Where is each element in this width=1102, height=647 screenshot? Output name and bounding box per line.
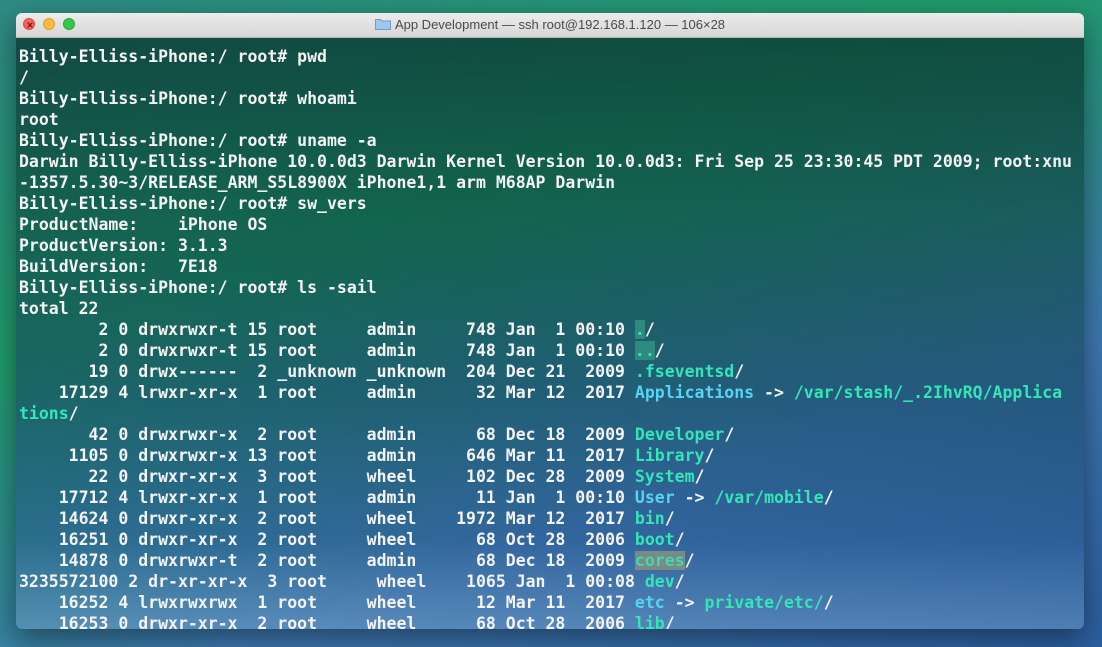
terminal-text: .fseventsd [634, 362, 735, 381]
terminal-text: / [664, 509, 675, 528]
window-title: App Development — ssh root@192.168.1.120… [394, 17, 726, 32]
terminal-line: 14624 0 drwxr-xr-x 2 root wheel 1972 Mar… [19, 508, 1084, 529]
terminal-text: 1105 0 drwxrwxr-x 13 root admin 646 Mar … [19, 446, 635, 465]
terminal-line: Darwin Billy-Elliss-iPhone 10.0.0d3 Darw… [19, 151, 1084, 172]
terminal-line: 17712 4 lrwxr-xr-x 1 root admin 11 Jan 1… [19, 487, 1084, 508]
terminal-text: Developer [634, 425, 725, 444]
terminal-text: / [734, 362, 745, 381]
terminal-window: App Development — ssh root@192.168.1.120… [16, 13, 1084, 629]
terminal-line: 19 0 drwx------ 2 _unknown _unknown 204 … [19, 361, 1084, 382]
terminal-line: 42 0 drwxrwxr-x 2 root admin 68 Dec 18 2… [19, 424, 1084, 445]
terminal-text: 17712 4 lrwxr-xr-x 1 root admin 11 Jan 1… [19, 488, 635, 507]
terminal-text: -> [674, 488, 715, 507]
terminal-text: / [674, 572, 685, 591]
terminal-text: User [634, 488, 675, 507]
terminal-line: total 22 [19, 298, 1084, 319]
terminal-line: 16251 0 drwxr-xr-x 2 root wheel 68 Oct 2… [19, 529, 1084, 550]
terminal-text: / [19, 68, 29, 87]
terminal-line: ProductName: iPhone OS [19, 214, 1084, 235]
terminal-text: BuildVersion: 7E18 [19, 257, 218, 276]
terminal-text: -1357.5.30~3/RELEASE_ARM_S5L8900X iPhone… [19, 173, 616, 192]
terminal-text: / [724, 425, 735, 444]
terminal-text: boot [634, 530, 675, 549]
terminal-line: tions/ [19, 403, 1084, 424]
terminal-line: -1357.5.30~3/RELEASE_ARM_S5L8900X iPhone… [19, 172, 1084, 193]
terminal-line: Billy-Elliss-iPhone:/ root# whoami [19, 88, 1084, 109]
terminal-text: 16252 4 lrwxrwxrwx 1 root wheel 12 Mar 1… [19, 593, 635, 612]
window-title-container: App Development — ssh root@192.168.1.120… [16, 17, 1084, 32]
terminal-line: Billy-Elliss-iPhone:/ root# uname -a [19, 130, 1084, 151]
terminal-text: /var/mobile [714, 488, 824, 507]
terminal-text: etc [634, 593, 665, 612]
terminal-line: 16252 4 lrwxrwxrwx 1 root wheel 12 Mar 1… [19, 592, 1084, 613]
terminal-output[interactable]: Billy-Elliss-iPhone:/ root# pwd / Billy-El… [16, 38, 1084, 629]
terminal-text: / [674, 530, 685, 549]
terminal-line: ProductVersion: 3.1.3 [19, 235, 1084, 256]
terminal-text: 2 0 drwxrwxr-t 15 root admin 748 Jan 1 0… [19, 320, 635, 339]
terminal-line: Billy-Elliss-iPhone:/ root# sw_vers [19, 193, 1084, 214]
terminal-line: / [19, 67, 1084, 88]
terminal-line: Billy-Elliss-iPhone:/ root# pwd [19, 46, 1084, 67]
terminal-line: 14878 0 drwxrwxr-t 2 root admin 68 Dec 1… [19, 550, 1084, 571]
terminal-line: 17129 4 lrwxr-xr-x 1 root admin 32 Mar 1… [19, 382, 1084, 403]
terminal-text: 22 0 drwxr-xr-x 3 root wheel 102 Dec 28 … [19, 467, 635, 486]
terminal-text: total 22 [19, 299, 99, 318]
terminal-text: 42 0 drwxrwxr-x 2 root admin 68 Dec 18 2… [19, 425, 635, 444]
terminal-line: 1105 0 drwxrwxr-x 13 root admin 646 Mar … [19, 445, 1084, 466]
terminal-line: 22 0 drwxr-xr-x 3 root wheel 102 Dec 28 … [19, 466, 1084, 487]
terminal-text: Billy-Elliss-iPhone:/ root# sw_vers [19, 194, 367, 213]
terminal-text: 3235572100 2 dr-xr-xr-x 3 root wheel 106… [19, 572, 645, 591]
terminal-text: / [644, 320, 655, 339]
terminal-text: tions [19, 404, 69, 423]
terminal-line: BuildVersion: 7E18 [19, 256, 1084, 277]
terminal-line: 3235572100 2 dr-xr-xr-x 3 root wheel 106… [19, 571, 1084, 592]
terminal-text: dev [644, 572, 675, 591]
terminal-text: / [664, 614, 675, 629]
terminal-line: 2 0 drwxrwxr-t 15 root admin 748 Jan 1 0… [19, 340, 1084, 361]
terminal-text: Library [634, 446, 705, 465]
terminal-text: 16251 0 drwxr-xr-x 2 root wheel 68 Oct 2… [19, 530, 635, 549]
terminal-text: 16253 0 drwxr-xr-x 2 root wheel 68 Oct 2… [19, 614, 635, 629]
terminal-text: 17129 4 lrwxr-xr-x 1 root admin 32 Mar 1… [19, 383, 635, 402]
terminal-text: Billy-Elliss-iPhone:/ root# whoami [19, 89, 357, 108]
terminal-text: / [704, 446, 715, 465]
folder-icon [374, 19, 391, 30]
terminal-text: Darwin Billy-Elliss-iPhone 10.0.0d3 Darw… [19, 152, 1072, 171]
terminal-text: Applications [634, 383, 755, 402]
terminal-text: / [684, 551, 695, 570]
terminal-line: 16253 0 drwxr-xr-x 2 root wheel 68 Oct 2… [19, 613, 1084, 629]
terminal-line: 2 0 drwxrwxr-t 15 root admin 748 Jan 1 0… [19, 319, 1084, 340]
terminal-text: 14878 0 drwxrwxr-t 2 root admin 68 Dec 1… [19, 551, 635, 570]
terminal-text: Billy-Elliss-iPhone:/ root# uname -a [19, 131, 377, 150]
terminal-line: root [19, 109, 1084, 130]
terminal-text: bin [634, 509, 665, 528]
title-bar[interactable]: App Development — ssh root@192.168.1.120… [16, 13, 1084, 38]
terminal-text: / [823, 593, 834, 612]
terminal-text: / [823, 488, 834, 507]
terminal-text: 2 0 drwxrwxr-t 15 root admin 748 Jan 1 0… [19, 341, 635, 360]
terminal-text: /var/stash/_.2IhvRQ/Applica [793, 383, 1063, 402]
terminal-text: cores [634, 551, 685, 570]
terminal-text: . [634, 320, 645, 339]
terminal-text: ProductName: iPhone OS [19, 215, 268, 234]
terminal-text: root [19, 110, 59, 129]
terminal-text: Billy-Elliss-iPhone:/ root# pwd [19, 47, 327, 66]
terminal-text: / [654, 341, 665, 360]
terminal-text: Billy-Elliss-iPhone:/ root# ls -sail [19, 278, 377, 297]
terminal-text: ProductVersion: 3.1.3 [19, 236, 228, 255]
terminal-text: .. [634, 341, 655, 360]
terminal-line: Billy-Elliss-iPhone:/ root# ls -sail [19, 277, 1084, 298]
terminal-text: / [694, 467, 705, 486]
terminal-text: private/etc/ [704, 593, 824, 612]
terminal-text: 19 0 drwx------ 2 _unknown _unknown 204 … [19, 362, 635, 381]
terminal-text: System [634, 467, 695, 486]
terminal-text: lib [634, 614, 665, 629]
terminal-text: -> [754, 383, 794, 402]
terminal-text: 14624 0 drwxr-xr-x 2 root wheel 1972 Mar… [19, 509, 635, 528]
terminal-text: -> [664, 593, 705, 612]
terminal-text: / [68, 404, 79, 423]
